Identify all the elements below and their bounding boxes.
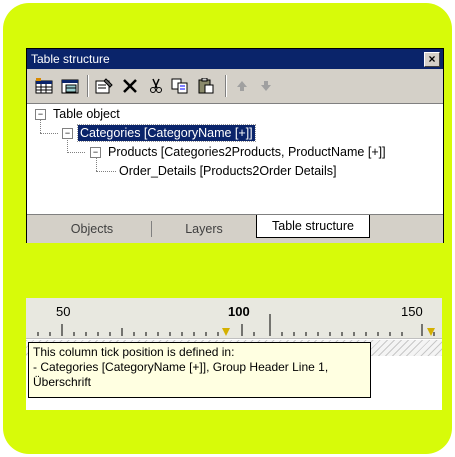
collapse-toggle[interactable]: − <box>62 128 73 139</box>
tab-table-structure[interactable]: Table structure <box>256 215 370 238</box>
collapse-toggle[interactable]: − <box>35 109 46 120</box>
tooltip-line: This column tick position is defined in: <box>33 345 235 359</box>
tab-divider <box>151 221 152 237</box>
cut-icon[interactable] <box>145 75 167 97</box>
move-up-icon[interactable] <box>231 75 253 97</box>
tree-connector <box>67 152 85 153</box>
collapse-toggle[interactable]: − <box>90 147 101 158</box>
move-down-icon[interactable] <box>255 75 277 97</box>
tab-strip: Objects Layers Table structure <box>27 214 443 243</box>
tab-layers[interactable]: Layers <box>159 219 249 239</box>
tree-node-label: Products [Categories2Products, ProductNa… <box>108 145 386 159</box>
insert-subtable-icon[interactable] <box>59 75 81 97</box>
tooltip-line: Überschrift <box>33 375 92 389</box>
tree-connector <box>67 137 68 153</box>
horizontal-ruler[interactable]: 50 100 150 <box>26 298 442 339</box>
tree-connector <box>96 156 97 171</box>
title-bar: Table structure × <box>27 49 443 69</box>
tab-stop-marker[interactable] <box>222 328 230 336</box>
toolbar <box>27 69 443 104</box>
toolbar-separator <box>87 75 89 97</box>
table-structure-panel: Table structure × − Table object − Categ… <box>26 48 444 243</box>
ruler-label-100: 100 <box>228 304 250 319</box>
tree-node-label-selected: Categories [CategoryName [+]] <box>77 124 256 142</box>
delete-icon[interactable] <box>119 75 141 97</box>
paste-icon[interactable] <box>195 75 217 97</box>
tree-connector <box>96 171 116 172</box>
tick-tooltip: This column tick position is defined in:… <box>28 342 371 398</box>
ruler-area: 50 100 150 This column tick position is … <box>26 298 442 410</box>
ruler-label-50: 50 <box>56 304 71 319</box>
tree-node-label: Table object <box>53 107 120 121</box>
close-button[interactable]: × <box>424 52 440 67</box>
tree-node-label: Order_Details [Products2Order Details] <box>119 164 337 178</box>
toolbar-separator-2 <box>225 75 227 97</box>
insert-table-icon[interactable] <box>33 75 55 97</box>
tree-connector <box>40 133 58 134</box>
tab-objects[interactable]: Objects <box>47 219 137 239</box>
copy-icon[interactable] <box>169 75 191 97</box>
tooltip-line: - Categories [CategoryName [+]], Group H… <box>33 360 329 374</box>
properties-icon[interactable] <box>93 75 115 97</box>
ruler-label-150: 150 <box>401 304 423 319</box>
window-title: Table structure <box>31 52 110 66</box>
structure-tree: − Table object − Categories [CategoryNam… <box>27 104 443 214</box>
